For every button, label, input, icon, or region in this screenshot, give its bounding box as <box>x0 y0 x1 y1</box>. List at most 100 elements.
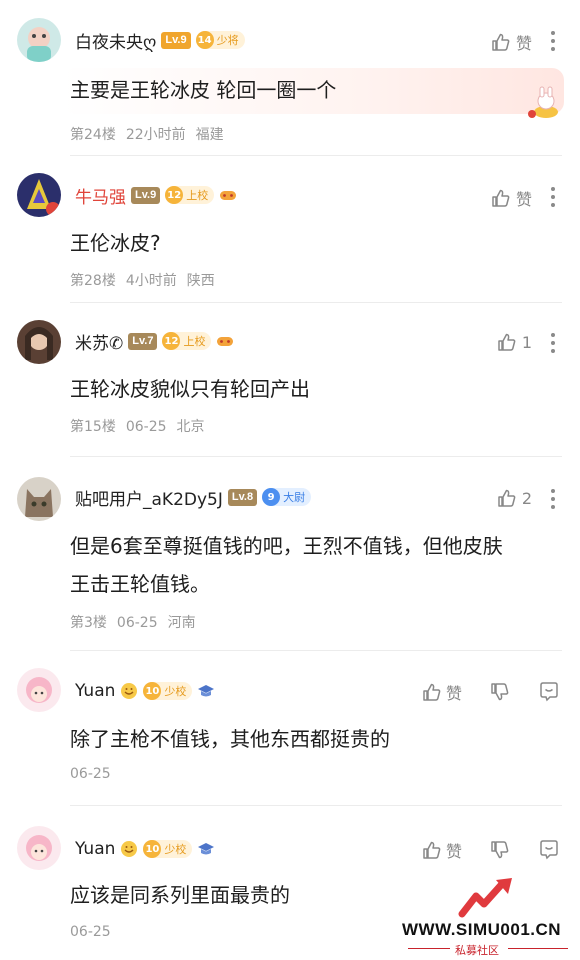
username[interactable]: 白夜未央ღ <box>75 28 156 53</box>
comment-text: 王伦冰皮? <box>70 231 161 255</box>
divider <box>70 650 562 651</box>
avatar[interactable] <box>17 668 61 712</box>
hug-emoji-icon <box>121 841 138 857</box>
like-button[interactable]: 赞 <box>491 186 532 210</box>
comment-bubble-icon <box>540 682 558 702</box>
avatar[interactable] <box>17 826 61 870</box>
reply-actions: 赞 <box>422 680 560 704</box>
reply-text: 除了主枪不值钱，其他东西都挺贵的 <box>70 727 390 751</box>
username[interactable]: 贴吧用户_aK2Dy5J <box>75 485 223 510</box>
rank-badge: 14 少将 <box>195 31 245 49</box>
watermark-url: WWW.SIMU001.CN <box>402 920 562 939</box>
rank-badge: 10 少校 <box>143 682 193 700</box>
post-location: 北京 <box>176 419 205 435</box>
thumbs-down-icon <box>491 683 509 701</box>
watermark-line <box>508 948 568 949</box>
post-time: 22小时前 <box>125 127 186 143</box>
watermark-logo <box>458 878 512 918</box>
gamepad-icon <box>217 337 234 346</box>
rank-label: 上校 <box>186 189 209 202</box>
like-label: 赞 <box>515 34 532 53</box>
thumbs-up-icon <box>498 333 516 351</box>
reply-time: 06-25 <box>70 924 111 940</box>
like-button[interactable]: 赞 <box>491 30 532 54</box>
thumbs-up-icon <box>498 489 516 507</box>
comment-meta: 第15楼 06-25 北京 <box>70 416 215 436</box>
avatar[interactable] <box>17 477 61 521</box>
more-options-icon[interactable] <box>550 31 556 51</box>
divider <box>70 155 562 156</box>
graduation-cap-icon <box>198 685 215 697</box>
gamepad-icon <box>220 191 237 200</box>
like-label: 赞 <box>515 190 532 209</box>
divider <box>70 302 562 303</box>
like-button[interactable]: 1 <box>497 332 532 352</box>
rank-label: 少校 <box>164 843 187 856</box>
like-button[interactable]: 赞 <box>422 680 462 704</box>
more-options-icon[interactable] <box>550 489 556 509</box>
username[interactable]: 牛马强 <box>75 183 126 208</box>
rank-label: 少将 <box>216 34 239 47</box>
like-count: 2 <box>521 488 532 508</box>
floor-number: 第3楼 <box>70 615 107 631</box>
reply-meta: 06-25 <box>70 766 121 782</box>
rank-badge: 10 少校 <box>143 840 193 858</box>
like-label: 赞 <box>445 684 462 703</box>
thumbs-up-icon <box>492 33 510 51</box>
comment-meta: 第28楼 4小时前 陕西 <box>70 270 225 290</box>
floor-number: 第24楼 <box>70 127 116 143</box>
thumbs-down-icon <box>491 841 509 859</box>
divider <box>70 456 562 457</box>
rank-number: 12 <box>162 332 181 350</box>
more-options-icon[interactable] <box>550 187 556 207</box>
rank-label: 少校 <box>164 685 187 698</box>
post-time: 4小时前 <box>125 273 177 289</box>
post-time: 06-25 <box>116 615 158 631</box>
rank-label: 大尉 <box>283 491 306 504</box>
dislike-button[interactable] <box>490 682 510 702</box>
level-badge: Lv.9 <box>161 31 191 49</box>
comment-text: 主要是王轮冰皮 轮回一圈一个 <box>70 78 337 102</box>
username[interactable]: 米苏✆ <box>75 329 123 354</box>
like-label: 赞 <box>445 842 462 861</box>
divider <box>70 805 562 806</box>
watermark: WWW.SIMU001.CN 私募社区 <box>400 876 580 960</box>
post-location: 福建 <box>195 127 224 143</box>
watermark-subtitle: 私募社区 <box>455 944 499 957</box>
reply-meta: 06-25 <box>70 924 121 940</box>
thumbs-up-icon <box>423 683 441 701</box>
rank-number: 10 <box>143 840 162 858</box>
post-time: 06-25 <box>125 419 167 435</box>
floor-number: 第28楼 <box>70 273 116 289</box>
thumbs-up-icon <box>492 189 510 207</box>
post-location: 河南 <box>167 615 196 631</box>
avatar[interactable] <box>17 320 61 364</box>
level-badge: Lv.9 <box>131 186 161 204</box>
more-options-icon[interactable] <box>550 333 556 353</box>
reply-time: 06-25 <box>70 766 111 782</box>
watermark-line <box>408 948 450 949</box>
rank-number: 10 <box>143 682 162 700</box>
comment-text-line: 王击王轮值钱。 <box>70 572 210 596</box>
rank-badge: 12 上校 <box>165 186 215 204</box>
rank-number: 12 <box>165 186 184 204</box>
post-location: 陕西 <box>186 273 215 289</box>
username[interactable]: Yuan <box>75 681 115 701</box>
dislike-button[interactable] <box>490 840 510 860</box>
comment-text: 但是6套至尊挺值钱的吧，王烈不值钱，但他皮肤 王击王轮值钱。 <box>70 527 558 603</box>
username[interactable]: Yuan <box>75 839 115 859</box>
floor-number: 第15楼 <box>70 419 116 435</box>
avatar[interactable] <box>17 18 61 62</box>
avatar[interactable] <box>17 173 61 217</box>
like-button[interactable]: 2 <box>497 488 532 508</box>
comment-meta: 第3楼 06-25 河南 <box>70 612 206 632</box>
rank-badge: 12 上校 <box>162 332 212 350</box>
like-button[interactable]: 赞 <box>422 838 462 862</box>
like-count: 1 <box>521 332 532 352</box>
rank-label: 上校 <box>183 335 206 348</box>
comment-button[interactable] <box>538 839 560 861</box>
level-badge: Lv.8 <box>227 488 258 506</box>
comment-button[interactable] <box>538 681 560 703</box>
comment-bubble-icon <box>540 840 558 860</box>
comment-text-line: 但是6套至尊挺值钱的吧，王烈不值钱，但他皮肤 <box>70 534 503 558</box>
